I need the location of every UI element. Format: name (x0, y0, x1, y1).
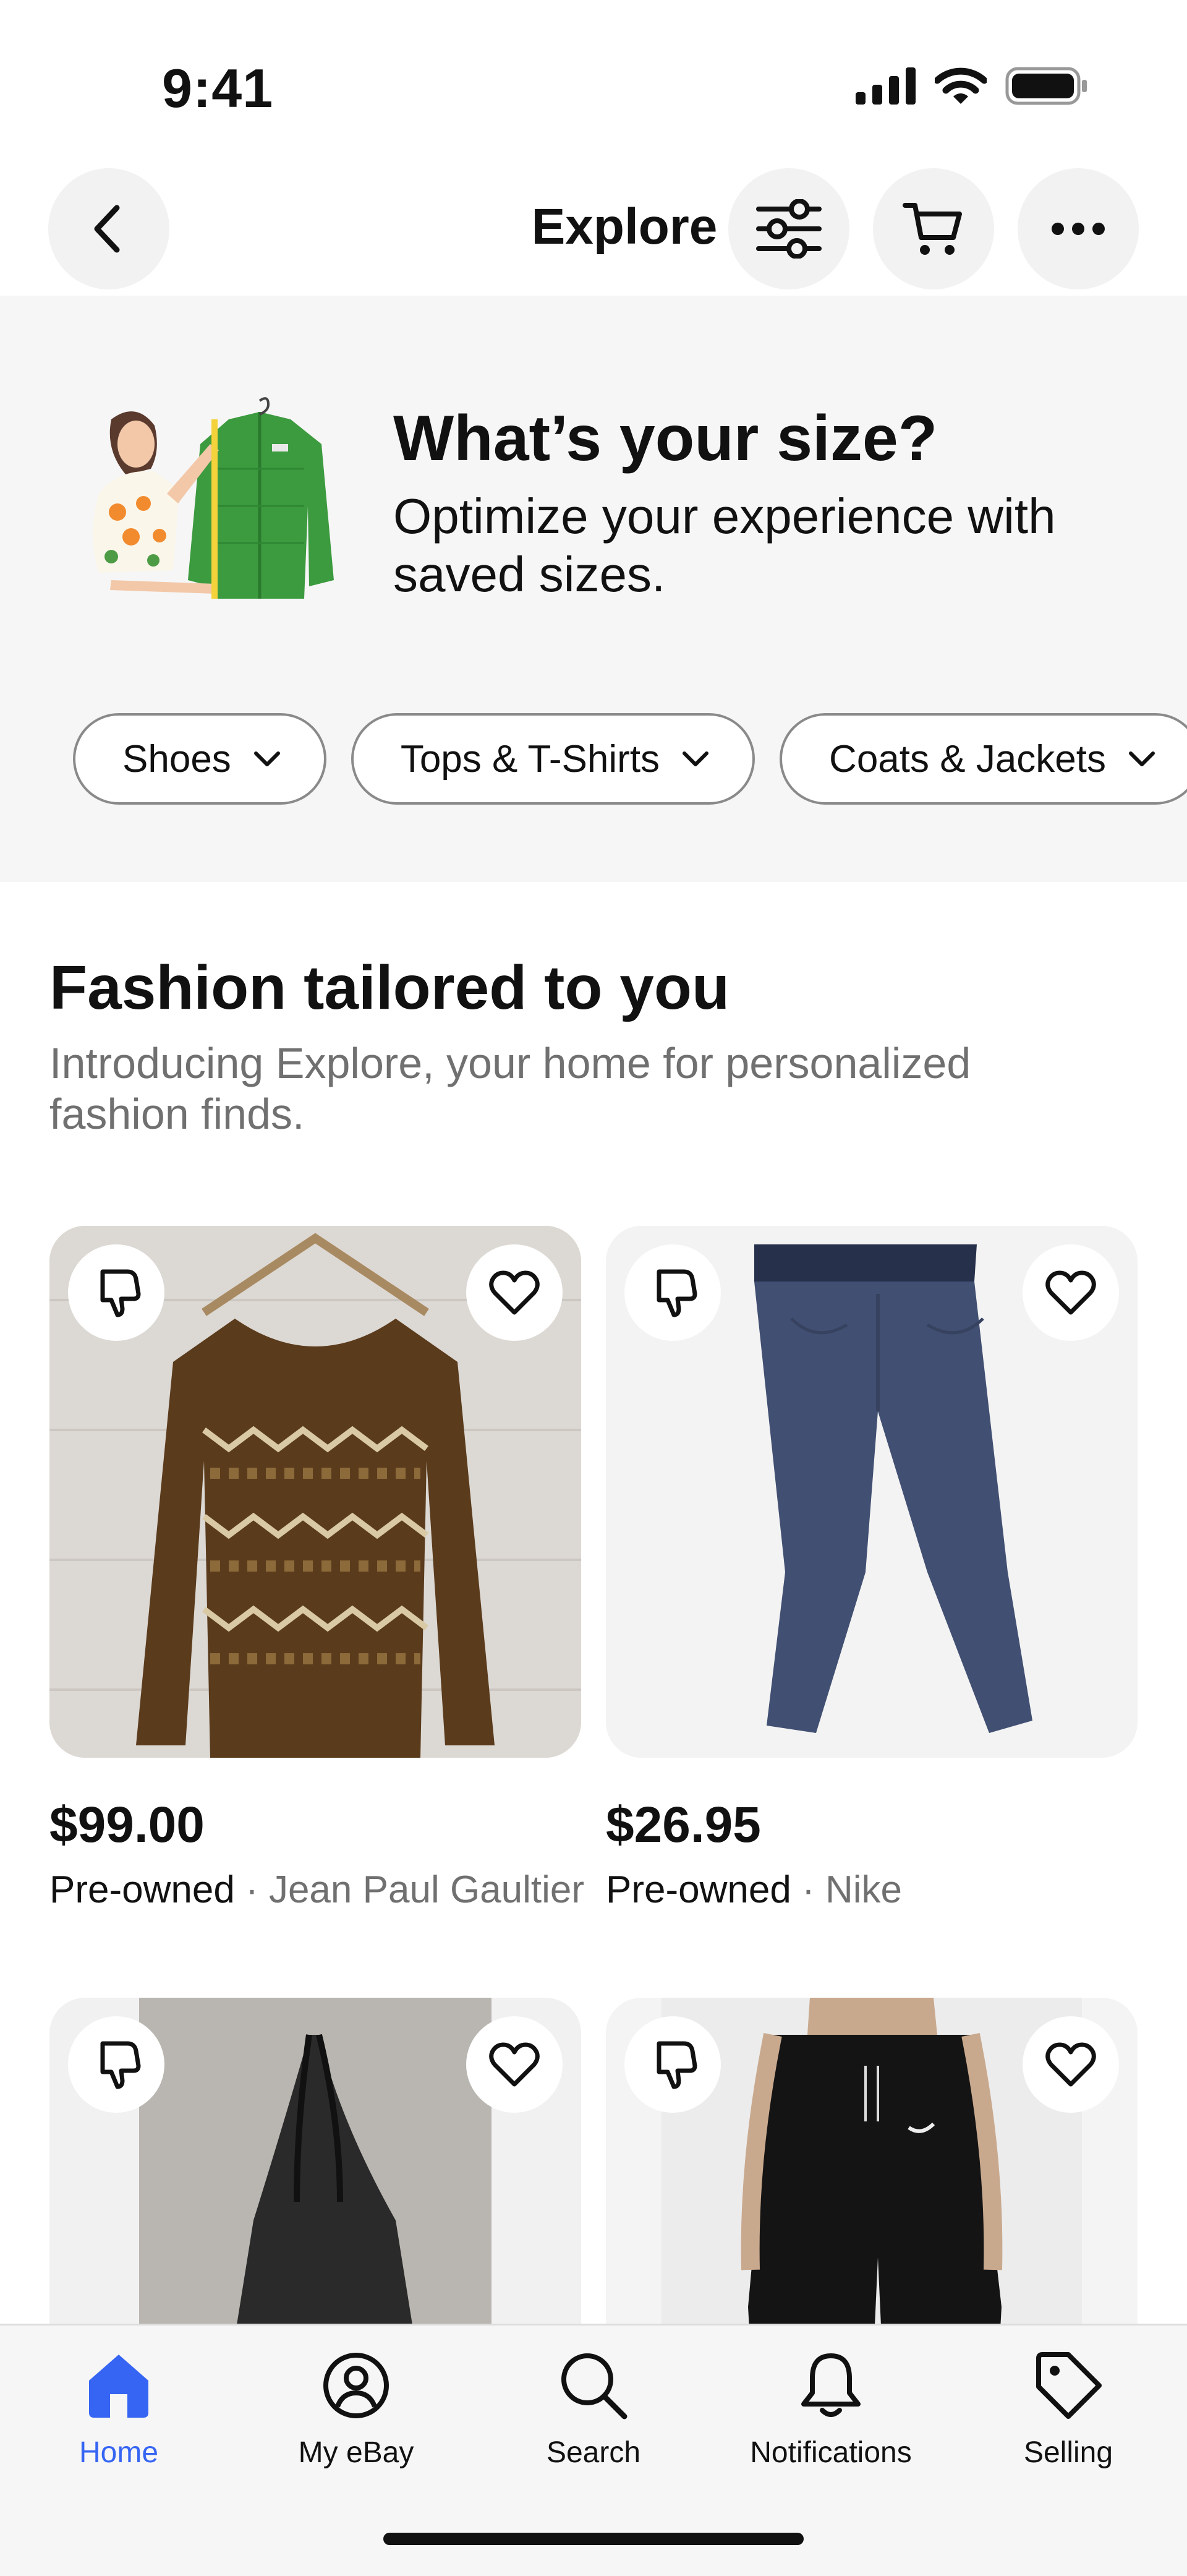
thumbs-down-icon (100, 2041, 141, 2089)
product-price: $26.95 (606, 1797, 761, 1853)
meta-separator: · (245, 1868, 258, 1911)
watch-button[interactable] (466, 2016, 563, 2113)
back-button[interactable] (48, 168, 169, 289)
home-icon (89, 2355, 148, 2418)
heart-icon (1045, 1270, 1096, 1315)
section-title: Fashion tailored to you (49, 953, 730, 1022)
page-title: Explore (531, 199, 718, 255)
tag-icon (1036, 2352, 1102, 2419)
home-indicator (383, 2533, 804, 2545)
tab-my-ebay[interactable]: My eBay (237, 2326, 475, 2511)
tab-label: Selling (1023, 2436, 1113, 2469)
filter-button[interactable] (728, 168, 849, 289)
product-meta: Pre-owned · Jean Paul Gaultier (49, 1868, 585, 1912)
product-image[interactable] (606, 1226, 1138, 1758)
dislike-button[interactable] (68, 2016, 164, 2113)
status-icons (856, 67, 1088, 105)
tab-label: Home (79, 2436, 159, 2469)
search-icon (561, 2353, 628, 2420)
chevron-left-icon (94, 205, 120, 253)
product-meta: Pre-owned · Nike (606, 1868, 1138, 1912)
product-brand: Nike (825, 1868, 902, 1911)
chip-label: Coats & Jackets (829, 737, 1107, 781)
chevron-down-icon (1129, 751, 1155, 766)
product-condition: Pre-owned (49, 1868, 235, 1911)
product-card[interactable]: $26.95 Pre-owned · Nike (606, 1226, 1138, 1912)
bell-icon (801, 2353, 861, 2417)
user-icon (323, 2353, 389, 2418)
chip-tops-t-shirts[interactable]: Tops & T-Shirts (351, 713, 755, 805)
chip-coats-jackets[interactable]: Coats & Jackets (780, 713, 1187, 805)
product-image[interactable] (49, 1226, 581, 1758)
tab-selling[interactable]: Selling (950, 2326, 1187, 2511)
watch-button[interactable] (466, 1244, 563, 1341)
dislike-button[interactable] (624, 1244, 721, 1341)
meta-separator: · (802, 1868, 815, 1911)
tab-label: Search (546, 2436, 641, 2469)
thumbs-down-icon (657, 1269, 697, 1317)
heart-icon (489, 1270, 540, 1315)
dislike-button[interactable] (624, 2016, 721, 2113)
dislike-button[interactable] (68, 1244, 164, 1341)
wifi-icon (935, 67, 987, 104)
thumbs-down-icon (100, 1269, 141, 1317)
tab-label: Notifications (750, 2436, 912, 2469)
nav-bar: Explore (0, 161, 1187, 297)
product-brand: Jean Paul Gaultier (268, 1868, 585, 1911)
shopping-cart-icon (903, 203, 962, 255)
chevron-down-icon (683, 751, 709, 766)
tab-label: My eBay (298, 2436, 414, 2469)
size-banner: What’s your size? Optimize your experien… (0, 296, 1187, 882)
banner-subtitle: Optimize your experience with saved size… (393, 489, 1056, 602)
watch-button[interactable] (1023, 1244, 1119, 1341)
cart-button[interactable] (873, 168, 994, 289)
tab-search[interactable]: Search (475, 2326, 712, 2511)
thumbs-down-icon (657, 2041, 697, 2089)
chip-shoes[interactable]: Shoes (73, 713, 326, 805)
watch-button[interactable] (1023, 2016, 1119, 2113)
battery-icon (1005, 67, 1087, 105)
more-options-button[interactable] (1018, 168, 1139, 289)
tab-bar: Home My eBay Search Notifications Sellin… (0, 2324, 1187, 2576)
status-bar: 9:41 (0, 0, 1187, 161)
chip-label: Tops & T-Shirts (400, 737, 660, 781)
tab-notifications[interactable]: Notifications (712, 2326, 950, 2511)
size-chips: Shoes Tops & T-Shirts Coats & Jackets (73, 713, 1187, 805)
product-condition: Pre-owned (606, 1868, 791, 1911)
product-price: $99.00 (49, 1797, 205, 1853)
section-subtitle: Introducing Explore, your home for perso… (49, 1039, 971, 1138)
sliders-icon (756, 199, 822, 259)
status-time: 9:41 (162, 58, 274, 119)
cellular-signal-icon (856, 67, 916, 105)
heart-icon (489, 2042, 540, 2087)
more-horizontal-icon (1052, 223, 1105, 235)
chevron-down-icon (253, 751, 280, 766)
tab-home[interactable]: Home (0, 2326, 237, 2511)
chip-label: Shoes (122, 737, 231, 781)
size-illustration (93, 397, 334, 599)
banner-title: What’s your size? (393, 403, 938, 474)
heart-icon (1045, 2042, 1096, 2087)
product-card[interactable]: $99.00 Pre-owned · Jean Paul Gaultier (49, 1226, 585, 1912)
